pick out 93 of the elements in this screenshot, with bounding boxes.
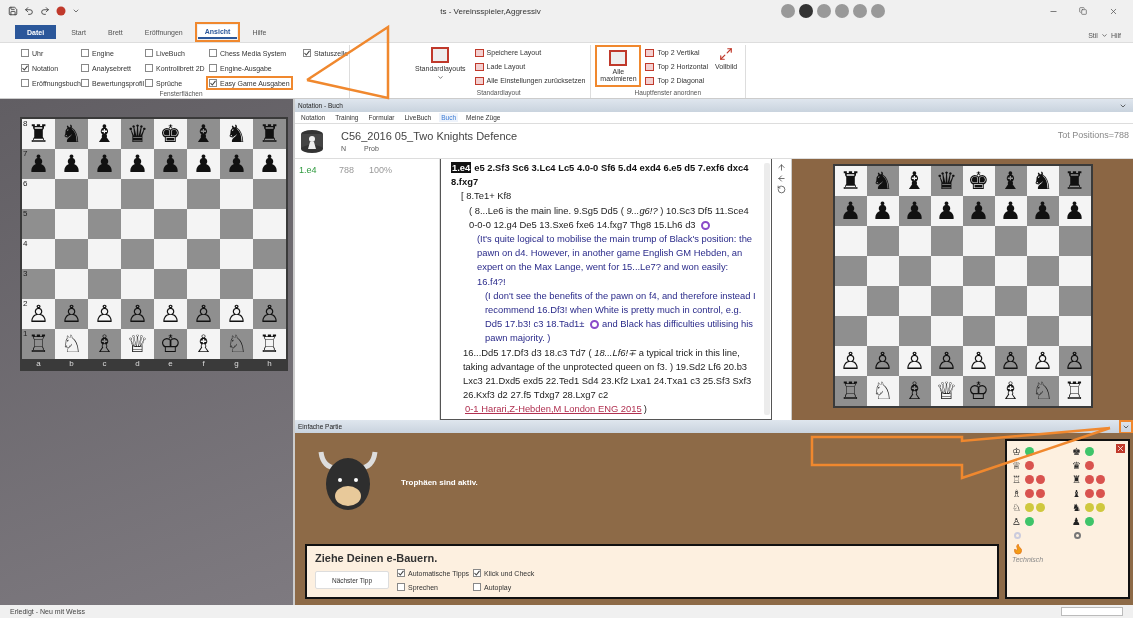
- notation-text: 1.e4 e5 2.Sf3 Sc6 3.Lc4 Lc5 4.0-0 Sf6 5.d4 exd4 6.e5 d5 7.exf6 dxc4 8.fxg7: [451, 161, 750, 190]
- table-cell-text: 100%: [369, 165, 394, 175]
- chess-piece: ♛: [1072, 460, 1082, 471]
- chess-piece: ♔: [1012, 446, 1022, 457]
- checkbox[interactable]: [473, 569, 481, 577]
- checkbox[interactable]: [21, 79, 29, 87]
- checkbox[interactable]: [145, 79, 153, 87]
- window-icon: [609, 50, 628, 66]
- caret-icon[interactable]: [1100, 32, 1108, 39]
- board-square[interactable]: 5: [22, 209, 55, 239]
- current-move[interactable]: 1.e4: [451, 162, 472, 173]
- undo-icon[interactable]: [24, 6, 34, 16]
- checkbox[interactable]: [397, 583, 405, 591]
- rotate-icon[interactable]: [777, 185, 786, 194]
- checkbox[interactable]: [81, 64, 89, 72]
- save-icon[interactable]: [8, 6, 18, 16]
- chess-piece: ♜: [1072, 474, 1082, 485]
- ring-icon: [701, 220, 711, 230]
- status-message: Trophäen sind aktiv.: [401, 477, 478, 487]
- avatar-icon[interactable]: [799, 4, 813, 18]
- chess-piece: ♞: [1072, 502, 1082, 513]
- file-label: d: [134, 359, 141, 369]
- total-positions: Tot Positions=788: [1057, 129, 1129, 140]
- close-icon[interactable]: [1116, 444, 1125, 453]
- task-title: Ziehe Deinen e-Bauern.: [315, 552, 439, 564]
- ring-icon: [1074, 532, 1081, 539]
- notation-text: (I don't see the benefits of the pawn on f4, and therefore instead I recommend 16.Df3! when White is pretty much in control, e.g. Dd5 17.b3! c3 18.Tad1± and Black has difficulties utilising his pawn majority. ): [484, 288, 757, 346]
- flame-icon: [1012, 543, 1024, 555]
- window-title: ts - Vereinsspieler,Aggressiv: [440, 6, 541, 16]
- table-cell-text: 1.e4: [299, 165, 318, 175]
- chess-piece: ♝: [1072, 488, 1082, 499]
- chess-piece: ♕: [1012, 460, 1022, 471]
- chess-piece[interactable]: ♜: [27, 122, 50, 146]
- file-label: h: [266, 359, 273, 369]
- scrollbar[interactable]: [764, 163, 770, 415]
- file-label: e: [167, 359, 174, 369]
- chess-piece[interactable]: ♖: [27, 332, 50, 356]
- checkbox[interactable]: [209, 64, 217, 72]
- expand-icon: [719, 47, 734, 61]
- redo-icon[interactable]: [40, 6, 50, 16]
- checkbox[interactable]: [21, 49, 29, 57]
- notation-text: 16...Dd5 17.Df3 d3 18.c3 Td7 ( 18...Lf6!∓ a typical trick in this line, taking advantage of the unprotected queen on f3. ) 19.Sd2 Lf6 20.b3 Lxc3 21.Dxd5 exd5 22.Ted1 Sd4 23.Kf2 Lxa1 24.Txa1 c3 25.Sf3 Sxf3 26.Kxf3 d2 27.f5 Tdxg7 28.Lxg7 c2 0-1 Harari,Z-Hebden,M London ENG 2015 ): [462, 345, 753, 417]
- chess-piece: ♗: [1012, 488, 1022, 499]
- rank-label: 8: [23, 119, 28, 128]
- checkbox[interactable]: [397, 569, 405, 577]
- chess-piece[interactable]: ♙: [27, 302, 50, 326]
- chess-piece: ♘: [1012, 502, 1022, 513]
- chess-piece: ♟: [1072, 516, 1082, 527]
- file-label: g: [233, 359, 240, 369]
- board-square[interactable]: 4: [22, 239, 55, 269]
- arrow-up-icon[interactable]: [777, 163, 786, 172]
- checkbox[interactable]: [81, 49, 89, 57]
- game-link[interactable]: 0-1 Harari,Z-Hebden,M London ENG 2015: [465, 403, 642, 415]
- file-label: b: [68, 359, 75, 369]
- database-icon: [299, 128, 325, 154]
- board-square[interactable]: 6: [22, 179, 55, 209]
- checkbox[interactable]: [303, 49, 311, 57]
- rank-label: 1: [23, 329, 28, 338]
- notation-text: [ 8.Te1+ Kf8: [460, 189, 513, 204]
- file-label: a: [35, 359, 42, 369]
- notation-text: (It's quite logical to mobilise the main trump of Black's position: the pawn on d4. However, in another game English GM Hebden, an expert on the Max Lange, went for 15...Le7? and won easily: 16.f4?!: [476, 232, 754, 289]
- rank-label: 5: [23, 209, 28, 218]
- rank-label: 3: [23, 269, 28, 278]
- file-label: f: [201, 359, 206, 369]
- arrow-left-icon[interactable]: [777, 174, 786, 183]
- notation-text: ( 8...Le6 is the main line. 9.Sg5 Dd5 ( 9...g6!? ) 10.Sc3 Df5 11.Sce4 0-0-0 12.g4 De5 13.Sxe6 fxe6 14.fxg7 Thg8 15.Lh6 d3: [468, 203, 750, 232]
- checkbox[interactable]: [21, 64, 29, 72]
- board-square[interactable]: 3: [22, 269, 55, 299]
- ring-icon: [1014, 532, 1021, 539]
- caret-icon: [436, 74, 444, 81]
- chess-piece: ♚: [1072, 446, 1082, 457]
- table-cell-text: 788: [339, 165, 356, 175]
- checkbox[interactable]: [81, 79, 89, 87]
- checkbox[interactable]: [209, 49, 217, 57]
- checkbox[interactable]: [145, 49, 153, 57]
- chess-piece: ♖: [1012, 474, 1022, 485]
- board-square[interactable]: [834, 226, 867, 256]
- layout-icon: [431, 47, 450, 63]
- checkbox[interactable]: [209, 79, 217, 87]
- rank-label: 6: [23, 179, 28, 188]
- chess-piece: ♙: [1012, 516, 1022, 527]
- chess-piece[interactable]: ♟: [27, 152, 50, 176]
- rank-label: 7: [23, 149, 28, 158]
- rank-label: 4: [23, 239, 28, 248]
- book-title: C56_2016 05_Two Knights Defence: [341, 130, 519, 142]
- caret-icon[interactable]: [72, 7, 80, 15]
- file-label: c: [101, 359, 108, 369]
- app-icon[interactable]: [56, 6, 66, 16]
- ring-icon: [590, 320, 600, 330]
- board-square[interactable]: [834, 286, 867, 316]
- checkbox[interactable]: [473, 583, 481, 591]
- checkbox[interactable]: [145, 64, 153, 72]
- rank-label: 2: [23, 299, 28, 308]
